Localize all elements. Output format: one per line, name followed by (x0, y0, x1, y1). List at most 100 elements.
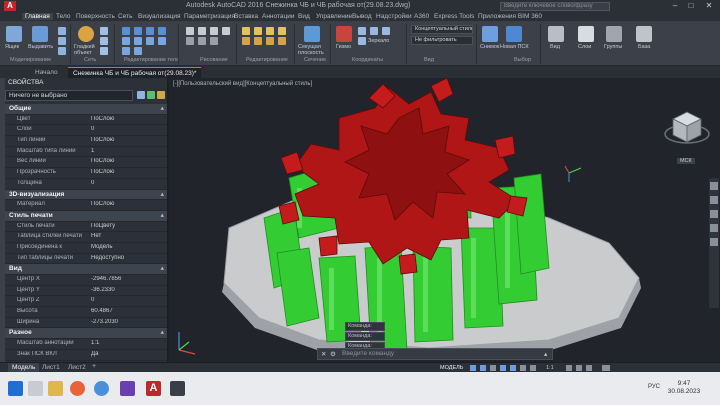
command-input[interactable]: Введите команду (342, 350, 394, 357)
collapse-icon[interactable]: ▴ (160, 211, 164, 219)
property-row[interactable]: Материал ПоСлою (5, 200, 167, 211)
collapse-icon[interactable]: ▴ (160, 104, 164, 112)
intersect-icon[interactable] (146, 27, 154, 35)
clock[interactable]: 9:47 30.08.2023 (664, 380, 704, 396)
viewport-label[interactable]: [-][Пользовательский вид][Концептуальный… (173, 81, 312, 87)
quick-select-icon[interactable] (157, 91, 165, 99)
explorer-icon[interactable] (48, 381, 63, 396)
command-line[interactable]: ✕ ⚙ Введите команду ▴ (317, 348, 553, 360)
tab-parametric[interactable]: Параметризация (184, 13, 235, 20)
snapshot-icon[interactable] (482, 26, 498, 42)
property-value[interactable]: ПоСлою (91, 169, 167, 175)
tab-annotate[interactable]: Аннотации (262, 13, 295, 20)
terminal-icon[interactable] (170, 381, 185, 396)
select-objects-icon[interactable] (147, 91, 155, 99)
array-icon[interactable] (278, 37, 286, 45)
ucs-icon-1[interactable] (358, 27, 366, 35)
start-icon[interactable] (8, 381, 23, 396)
property-value[interactable]: 0 (91, 126, 167, 132)
arc-icon[interactable] (222, 27, 230, 35)
property-row[interactable]: Цвет ПоСлою (5, 115, 167, 126)
autocad-logo-icon[interactable]: A (4, 1, 16, 11)
mesh-icon-1[interactable] (100, 27, 108, 35)
minimize-icon[interactable]: – (668, 1, 682, 11)
culling-icon[interactable] (506, 26, 522, 42)
customize-icon[interactable] (602, 365, 610, 371)
mirror-icon[interactable] (242, 37, 250, 45)
property-value[interactable]: 60.4867 (91, 308, 167, 314)
property-row[interactable]: Высота 60.4867 (5, 307, 167, 318)
orbit-icon[interactable] (710, 224, 718, 232)
keyboard-language[interactable]: РУС (648, 384, 660, 390)
close-command-icon[interactable]: ✕ (321, 350, 326, 358)
property-value[interactable]: ПоСлою (91, 201, 167, 207)
maximize-icon[interactable]: □ (684, 1, 698, 11)
ucs-icon-3[interactable] (382, 27, 390, 35)
chrome-icon[interactable] (94, 381, 109, 396)
copy-icon[interactable] (278, 27, 286, 35)
tab-bim360[interactable]: Приложения BIM 360 (478, 13, 542, 20)
property-row[interactable]: Тип линий ПоСлою (5, 136, 167, 147)
property-category[interactable]: Разное ▴ (5, 328, 167, 340)
property-category[interactable]: Общие ▴ (5, 104, 167, 115)
property-value[interactable]: Недоступно (91, 255, 167, 261)
property-value[interactable]: 0 (91, 297, 167, 303)
ortho-icon[interactable] (490, 365, 496, 371)
layers-icon[interactable] (578, 26, 594, 42)
mesh-icon-2[interactable] (100, 37, 108, 45)
workspace-icon[interactable] (566, 365, 572, 371)
rotate-icon[interactable] (254, 27, 262, 35)
box-icon[interactable] (6, 26, 22, 42)
property-value[interactable]: 1 (91, 148, 167, 154)
close-icon[interactable]: ✕ (702, 1, 716, 11)
hatch-icon[interactable] (198, 37, 206, 45)
wcs-label[interactable]: МСК (677, 158, 695, 164)
snap-icon[interactable] (480, 365, 486, 371)
add-layout-icon[interactable]: + (92, 363, 96, 370)
autocad-taskbar-icon[interactable]: A (146, 381, 161, 396)
steering-wheel-icon[interactable] (710, 182, 718, 190)
zoom-icon[interactable] (710, 210, 718, 218)
osnap-icon[interactable] (510, 365, 516, 371)
property-value[interactable]: Модель (91, 244, 167, 250)
thicken-icon[interactable] (122, 47, 130, 55)
section-plane-icon[interactable] (304, 26, 320, 42)
model-space-toggle[interactable]: МОДЕЛЬ (440, 365, 463, 371)
ucs-icon-2[interactable] (370, 27, 378, 35)
slice-icon[interactable] (158, 27, 166, 35)
groups-icon[interactable] (606, 26, 622, 42)
polyline-icon[interactable] (198, 27, 206, 35)
property-row[interactable]: Толщина 0 (5, 179, 167, 190)
scale-icon[interactable] (266, 37, 274, 45)
visual-style-dropdown[interactable]: Концептуальный стиль (411, 25, 473, 34)
tab-view[interactable]: Вид (298, 13, 310, 20)
toggle-pickadd-icon[interactable] (137, 91, 145, 99)
line-icon[interactable] (186, 27, 194, 35)
smooth-object-icon[interactable] (78, 26, 94, 42)
separate-icon[interactable] (158, 37, 166, 45)
property-row[interactable]: Центр Y -36.2330 (5, 286, 167, 297)
hardware-accel-icon[interactable] (586, 365, 592, 371)
tab-express[interactable]: Express Tools (434, 13, 474, 20)
property-row[interactable]: Прозрачность ПоСлою (5, 168, 167, 179)
firefox-icon[interactable] (70, 381, 85, 396)
extrude-icon[interactable] (32, 26, 48, 42)
property-row[interactable]: Вес линий ПоСлою (5, 157, 167, 169)
ucs-icon-4[interactable] (358, 37, 366, 45)
property-row[interactable]: Центр Z 0 (5, 296, 167, 308)
tab-surface[interactable]: Поверхность (76, 13, 115, 20)
tab-home[interactable]: Главная (22, 13, 53, 20)
collapse-icon[interactable]: ▴ (160, 190, 164, 198)
property-value[interactable]: -273.2030 (91, 319, 167, 325)
subtract-icon[interactable] (134, 27, 142, 35)
interfere-icon[interactable] (134, 47, 142, 55)
property-row[interactable]: Присоединена к Модель (5, 243, 167, 254)
union-icon[interactable] (122, 27, 130, 35)
annotation-scale[interactable]: 1:1 (546, 365, 554, 371)
tab-a360[interactable]: A360 (414, 13, 429, 20)
viewcube[interactable] (661, 104, 713, 156)
filter-dropdown[interactable]: Не фильтровать (411, 36, 473, 45)
command-dropdown-icon[interactable]: ▴ (544, 350, 547, 358)
lineweight-icon[interactable] (520, 365, 526, 371)
tab-insert[interactable]: Вставка (234, 13, 258, 20)
